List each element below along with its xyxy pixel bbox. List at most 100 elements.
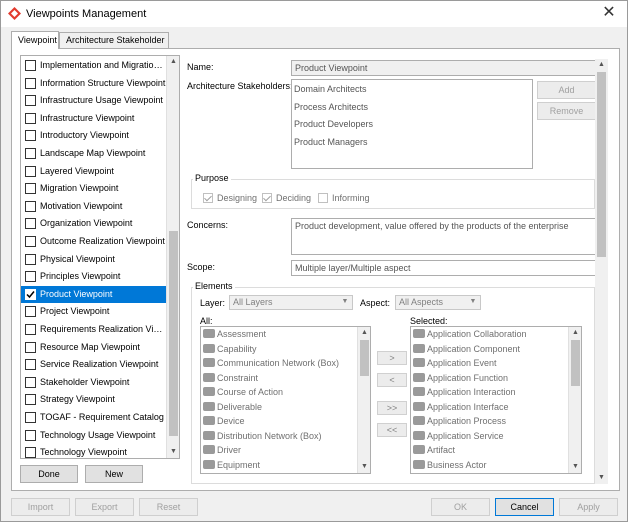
new-button[interactable]: New [85, 465, 143, 483]
purpose-informing-checkbox[interactable]: Informing [318, 193, 370, 203]
viewpoint-list-item[interactable]: Resource Map Viewpoint [21, 339, 167, 357]
viewpoint-checkbox[interactable] [25, 341, 36, 353]
details-scrollbar[interactable]: ▲ ▼ [595, 59, 608, 484]
viewpoint-list-item[interactable]: Motivation Viewpoint [21, 198, 167, 216]
viewpoint-checkbox[interactable] [25, 95, 36, 107]
scroll-up-icon[interactable]: ▲ [569, 327, 581, 339]
viewpoint-list-item[interactable]: Information Structure Viewpoint [21, 75, 167, 93]
selected-element-item[interactable]: Application Interface [413, 401, 509, 417]
viewpoint-list-item[interactable]: Physical Viewpoint [21, 251, 167, 269]
viewpoint-checkbox[interactable] [25, 218, 36, 230]
viewpoint-checkbox[interactable] [25, 148, 36, 159]
selected-element-item[interactable]: Application Component [413, 343, 520, 359]
viewpoint-list-item[interactable]: Outcome Realization Viewpoint [21, 233, 167, 251]
selected-element-item[interactable]: Business Actor [413, 459, 487, 474]
viewpoint-checkbox[interactable] [25, 324, 36, 335]
viewpoint-list-item[interactable]: TOGAF - Requirement Catalog [21, 409, 167, 427]
scroll-down-icon[interactable]: ▼ [167, 446, 179, 458]
apply-button[interactable]: Apply [559, 498, 618, 516]
all-element-item[interactable]: Course of Action [203, 387, 283, 402]
viewpoint-checkbox[interactable] [25, 394, 36, 406]
remove-stakeholder-button[interactable]: Remove [537, 102, 596, 120]
stakeholder-item[interactable]: Process Architects [294, 102, 368, 112]
reset-button[interactable]: Reset [139, 498, 198, 516]
scroll-up-icon[interactable]: ▲ [167, 56, 179, 68]
all-element-item[interactable]: Device [203, 416, 245, 431]
selected-elements-scrollbar[interactable]: ▲ ▼ [568, 327, 581, 473]
viewpoint-checkbox[interactable] [25, 253, 36, 265]
all-element-item[interactable]: Driver [203, 445, 241, 460]
stakeholder-item[interactable]: Domain Architects [294, 84, 367, 94]
viewpoint-checkbox[interactable] [25, 447, 36, 458]
viewpoint-checkbox[interactable] [25, 271, 36, 283]
import-button[interactable]: Import [11, 498, 70, 516]
remove-all-elements-button[interactable]: << [377, 423, 407, 437]
concerns-field[interactable]: Product development, value offered by th… [291, 218, 596, 255]
viewpoint-checkbox[interactable] [25, 359, 36, 371]
selected-element-item[interactable]: Application Process [413, 416, 506, 431]
selected-element-item[interactable]: Application Collaboration [413, 329, 527, 344]
viewpoint-list-item[interactable]: Strategy Viewpoint [21, 391, 167, 409]
all-element-item[interactable]: Equipment [203, 459, 260, 474]
done-button[interactable]: Done [20, 465, 78, 483]
ok-button[interactable]: OK [431, 498, 490, 516]
all-element-item[interactable]: Deliverable [203, 401, 262, 417]
viewpoint-list-item[interactable]: Implementation and Migration ... [21, 57, 167, 75]
viewpoint-list-scrollbar[interactable]: ▲ ▼ [166, 56, 179, 458]
purpose-deciding-checkbox[interactable]: Deciding [262, 193, 311, 203]
selected-element-item[interactable]: Artifact [413, 445, 455, 460]
scroll-down-icon[interactable]: ▼ [569, 461, 581, 473]
viewpoint-checkbox[interactable] [25, 429, 36, 441]
scrollbar-thumb[interactable] [360, 340, 369, 376]
viewpoint-list-item[interactable]: Landscape Map Viewpoint [21, 145, 167, 163]
viewpoint-checkbox[interactable] [25, 376, 36, 388]
viewpoint-list-item[interactable]: Requirements Realization View... [21, 321, 167, 339]
viewpoint-checkbox[interactable] [25, 236, 36, 247]
viewpoint-checkbox[interactable] [25, 412, 36, 423]
layer-select[interactable]: All Layers ▼ [229, 295, 353, 310]
viewpoint-checkbox[interactable] [25, 183, 36, 195]
viewpoint-list-item[interactable]: Infrastructure Usage Viewpoint [21, 92, 167, 110]
viewpoint-list-item[interactable]: Product Viewpoint [21, 285, 167, 304]
all-elements-scrollbar[interactable]: ▲ ▼ [357, 327, 370, 473]
selected-element-item[interactable]: Application Event [413, 358, 497, 373]
all-element-item[interactable]: Capability [203, 343, 257, 359]
viewpoint-checkbox[interactable] [25, 77, 36, 89]
selected-element-item[interactable]: Application Service [413, 430, 504, 446]
viewpoint-list-item[interactable]: Technology Viewpoint [21, 444, 167, 458]
scope-field[interactable]: Multiple layer/Multiple aspect [291, 260, 596, 276]
viewpoint-list-item[interactable]: Project Viewpoint [21, 303, 167, 321]
viewpoint-list-item[interactable]: Stakeholder Viewpoint [21, 374, 167, 392]
viewpoint-list-item[interactable]: Principles Viewpoint [21, 268, 167, 286]
add-element-button[interactable]: > [377, 351, 407, 365]
viewpoint-checkbox[interactable] [25, 60, 36, 71]
selected-elements-list[interactable]: Business Actor Artifact Application Servic… [410, 326, 582, 474]
scrollbar-thumb[interactable] [169, 231, 178, 436]
close-icon[interactable]: ✕ [599, 4, 619, 22]
scroll-up-icon[interactable]: ▲ [595, 59, 608, 71]
stakeholder-item[interactable]: Product Managers [294, 137, 368, 147]
add-stakeholder-button[interactable]: Add [537, 81, 596, 99]
remove-element-button[interactable]: < [377, 373, 407, 387]
viewpoint-list-item[interactable]: Migration Viewpoint [21, 180, 167, 198]
viewpoint-list[interactable]: Technology Viewpoint Technology Usage Vie… [20, 55, 180, 459]
add-all-elements-button[interactable]: >> [377, 401, 407, 415]
tab-architecture-stakeholder[interactable]: Architecture Stakeholder [59, 32, 169, 49]
viewpoint-list-item[interactable]: Introductory Viewpoint [21, 127, 167, 145]
scroll-down-icon[interactable]: ▼ [358, 461, 370, 473]
aspect-select[interactable]: All Aspects ▼ [395, 295, 481, 310]
cancel-button[interactable]: Cancel [495, 498, 554, 516]
stakeholders-list[interactable]: Domain Architects Process Architects Produ… [291, 79, 533, 169]
viewpoint-list-item[interactable]: Technology Usage Viewpoint [21, 427, 167, 445]
selected-element-item[interactable]: Application Interaction [413, 387, 516, 402]
all-element-item[interactable]: Assessment [203, 329, 266, 344]
scrollbar-thumb[interactable] [571, 340, 580, 386]
viewpoint-checkbox[interactable] [25, 288, 36, 300]
all-element-item[interactable]: Distribution Network (Box) [203, 430, 322, 446]
viewpoint-checkbox[interactable] [25, 112, 36, 124]
name-field[interactable]: Product Viewpoint [291, 60, 596, 76]
selected-element-item[interactable]: Application Function [413, 372, 508, 388]
viewpoint-list-item[interactable]: Organization Viewpoint [21, 215, 167, 233]
all-element-item[interactable]: Communication Network (Box) [203, 358, 339, 373]
scroll-down-icon[interactable]: ▼ [595, 472, 608, 484]
